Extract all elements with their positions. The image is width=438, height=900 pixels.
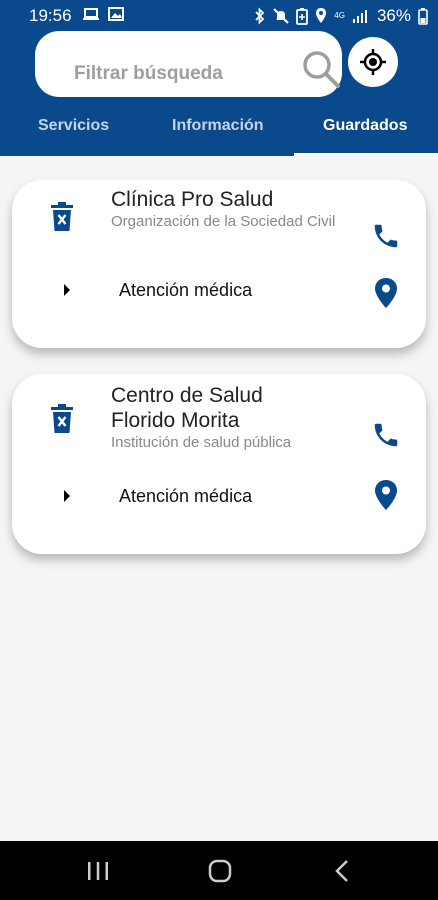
tab-guardados[interactable]: Guardados — [323, 117, 407, 135]
phone-icon[interactable] — [371, 221, 401, 251]
phone-icon[interactable] — [371, 420, 401, 450]
back-icon — [335, 859, 348, 882]
tab-servicios[interactable]: Servicios — [38, 117, 109, 135]
my-location-icon — [360, 49, 386, 75]
bluetooth-icon — [255, 7, 265, 25]
tab-indicator — [294, 153, 438, 156]
battery-percent: 36% — [376, 6, 411, 25]
location-icon — [316, 8, 327, 23]
arrow-right-icon[interactable] — [63, 284, 71, 296]
saved-card[interactable]: Centro de Salud Florido Morita Instituci… — [12, 374, 426, 554]
system-nav-bar — [0, 841, 438, 900]
app-header: 19:56 4G 36% Filtrar búsqueda Servicios … — [0, 0, 438, 156]
signal-icon — [352, 10, 367, 23]
search-icon[interactable] — [301, 49, 341, 89]
tab-informacion[interactable]: Información — [172, 117, 264, 135]
trash-icon[interactable] — [50, 202, 74, 232]
status-bar: 19:56 4G 36% — [0, 0, 438, 32]
laptop-icon — [83, 8, 99, 20]
place-organization: Institución de salud pública — [111, 434, 292, 451]
place-name: Clínica Pro Salud — [111, 188, 274, 211]
trash-icon[interactable] — [50, 404, 74, 434]
back-button[interactable] — [335, 841, 349, 900]
my-location-button[interactable] — [348, 37, 398, 87]
service-label: Atención médica — [119, 280, 253, 300]
battery-icon — [418, 8, 428, 25]
battery-saver-icon — [296, 8, 309, 25]
search-bar[interactable]: Filtrar búsqueda — [35, 31, 342, 97]
service-label: Atención médica — [119, 486, 253, 506]
search-input[interactable]: Filtrar búsqueda — [74, 63, 223, 85]
network-type: 4G — [334, 11, 345, 20]
home-button[interactable] — [208, 841, 232, 900]
tab-bar: Servicios Información Guardados — [0, 110, 438, 156]
saved-card[interactable]: Clínica Pro Salud Organización de la Soc… — [12, 180, 426, 348]
map-pin-icon[interactable] — [374, 479, 398, 511]
arrow-right-icon[interactable] — [63, 490, 71, 502]
mute-icon — [273, 8, 290, 24]
status-time: 19:56 — [29, 6, 72, 25]
home-icon — [208, 859, 232, 882]
image-icon — [108, 7, 124, 21]
recent-apps-button[interactable] — [87, 841, 109, 900]
place-organization: Organización de la Sociedad Civil — [111, 213, 336, 230]
map-pin-icon[interactable] — [374, 277, 398, 309]
place-name: Centro de Salud Florido Morita — [111, 384, 263, 432]
recent-apps-icon — [88, 861, 108, 880]
